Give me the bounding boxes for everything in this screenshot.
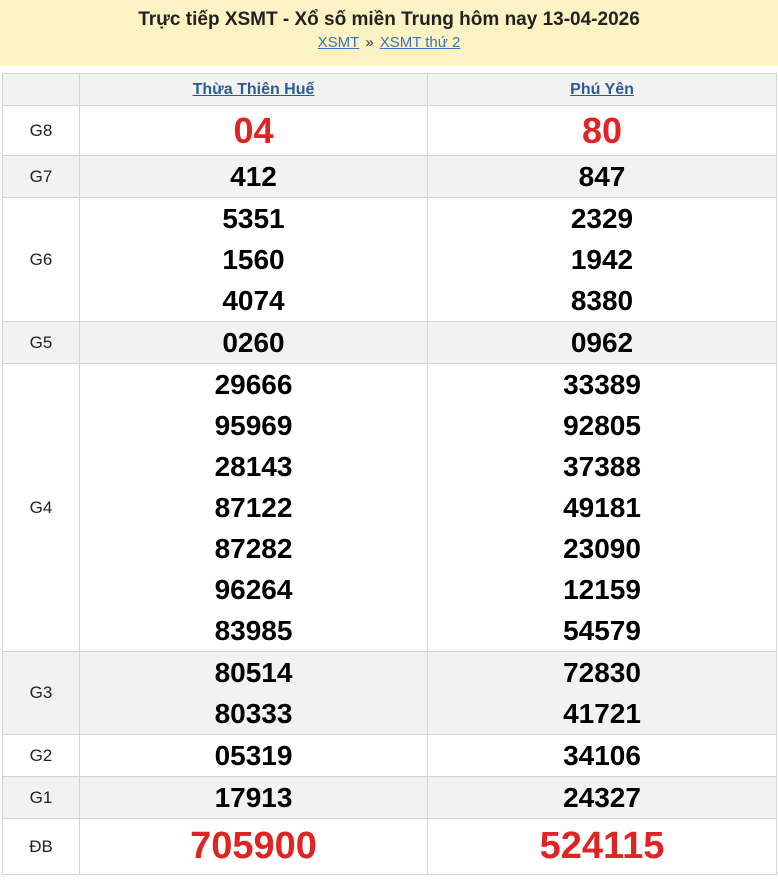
prize-row-g4: G4 29666 95969 28143 87122 87282 96264 8…	[2, 363, 777, 652]
prize-number: 17913	[214, 782, 293, 813]
prize-label: G8	[2, 105, 80, 156]
prize-cell-province-1: 04	[79, 105, 428, 156]
prize-number: 8380	[570, 285, 634, 316]
prize-number: 87122	[214, 492, 293, 523]
prize-cell-province-1: 17913	[79, 776, 428, 819]
header-empty-cell	[2, 73, 80, 106]
prize-cell-province-2: 2329 1942 8380	[427, 197, 777, 322]
prize-number: 24327	[563, 782, 641, 813]
prize-number: 23090	[563, 533, 641, 564]
page-title: Trực tiếp XSMT - Xổ số miền Trung hôm na…	[138, 9, 640, 30]
prize-number: 412	[230, 161, 277, 192]
prize-number: 92805	[563, 410, 641, 441]
prize-cell-province-1: 80514 80333	[79, 651, 428, 735]
prize-label: ĐB	[2, 818, 80, 875]
prize-number: 4074	[222, 285, 285, 316]
prize-cell-province-1: 412	[79, 155, 428, 198]
prize-row-g3: G3 80514 80333 72830 41721	[2, 651, 777, 735]
prize-label: G5	[2, 321, 80, 364]
prize-number: 96264	[214, 574, 293, 605]
prize-label: G2	[2, 734, 80, 777]
special-prize-number: 524115	[539, 825, 665, 867]
prize-row-g6: G6 5351 1560 4074 2329 1942 8380	[2, 197, 777, 322]
prize-cell-province-2: 80	[427, 105, 777, 156]
prize-cell-province-2: 524115	[427, 818, 777, 875]
special-prize-number: 705900	[190, 825, 317, 867]
prize-number: 80514	[214, 657, 293, 688]
prize-row-g7: G7 412 847	[2, 155, 777, 198]
prize-number: 33389	[563, 369, 641, 400]
prize-label: G3	[2, 651, 80, 735]
province-link-thua-thien-hue[interactable]: Thừa Thiên Huế	[193, 81, 315, 98]
prize-number: 37388	[563, 451, 641, 482]
table-header-row: Thừa Thiên Huế Phú Yên	[2, 73, 777, 106]
prize-cell-province-2: 72830 41721	[427, 651, 777, 735]
prize-number: 28143	[214, 451, 293, 482]
breadcrumb-separator: »	[365, 34, 374, 51]
prize-number: 2329	[570, 203, 634, 234]
prize-number: 80	[581, 110, 623, 151]
prize-number: 87282	[214, 533, 293, 564]
prize-number: 0260	[222, 327, 285, 358]
prize-cell-province-2: 0962	[427, 321, 777, 364]
prize-number: 95969	[214, 410, 293, 441]
results-table: Thừa Thiên Huế Phú Yên G8 04 80 G7 412 8…	[2, 73, 777, 875]
prize-number: 83985	[214, 615, 293, 646]
header-province-1: Thừa Thiên Huế	[79, 73, 428, 106]
prize-number: 05319	[214, 740, 293, 771]
prize-row-g8: G8 04 80	[2, 105, 777, 156]
prize-label: G1	[2, 776, 80, 819]
prize-cell-province-2: 24327	[427, 776, 777, 819]
prize-cell-province-1: 29666 95969 28143 87122 87282 96264 8398…	[79, 363, 428, 652]
prize-number: 34106	[563, 740, 641, 771]
prize-number: 1560	[222, 244, 285, 275]
breadcrumb-link-xsmt-thu-2[interactable]: XSMT thứ 2	[380, 34, 461, 51]
prize-number: 12159	[563, 574, 641, 605]
prize-cell-province-2: 847	[427, 155, 777, 198]
prize-number: 5351	[222, 203, 285, 234]
prize-row-g2: G2 05319 34106	[2, 734, 777, 777]
prize-number: 49181	[563, 492, 641, 523]
page-header: Trực tiếp XSMT - Xổ số miền Trung hôm na…	[0, 0, 778, 66]
prize-row-g5: G5 0260 0962	[2, 321, 777, 364]
prize-label: G4	[2, 363, 80, 652]
prize-cell-province-1: 05319	[79, 734, 428, 777]
prize-row-g1: G1 17913 24327	[2, 776, 777, 819]
prize-row-db: ĐB 705900 524115	[2, 818, 777, 875]
prize-cell-province-2: 34106	[427, 734, 777, 777]
prize-cell-province-2: 33389 92805 37388 49181 23090 12159 5457…	[427, 363, 777, 652]
prize-label: G7	[2, 155, 80, 198]
prize-number: 54579	[563, 615, 641, 646]
province-link-phu-yen[interactable]: Phú Yên	[570, 81, 634, 98]
breadcrumb-link-xsmt[interactable]: XSMT	[318, 34, 360, 51]
prize-number: 04	[233, 110, 274, 151]
prize-number: 847	[578, 161, 626, 192]
header-province-2: Phú Yên	[427, 73, 777, 106]
prize-number: 72830	[563, 657, 641, 688]
prize-cell-province-1: 5351 1560 4074	[79, 197, 428, 322]
prize-cell-province-1: 0260	[79, 321, 428, 364]
breadcrumb: XSMT » XSMT thứ 2	[0, 33, 778, 53]
prize-number: 1942	[570, 244, 634, 275]
prize-number: 41721	[563, 698, 641, 729]
prize-label: G6	[2, 197, 80, 322]
prize-cell-province-1: 705900	[79, 818, 428, 875]
prize-number: 80333	[214, 698, 293, 729]
prize-number: 29666	[214, 369, 293, 400]
prize-number: 0962	[570, 327, 634, 358]
